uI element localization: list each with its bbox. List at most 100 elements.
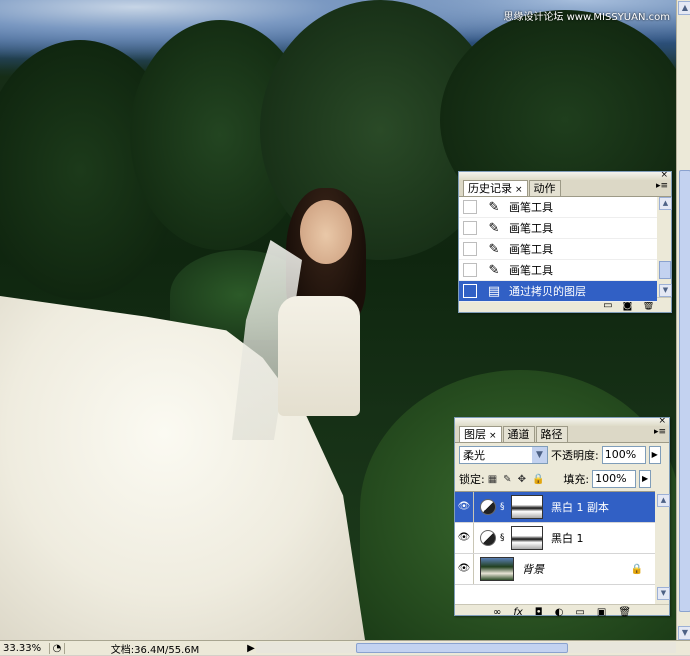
zoom-level[interactable]: 33.33% — [0, 642, 50, 654]
tab-label: 通道 — [507, 428, 530, 441]
layer-name[interactable]: 背景 — [522, 561, 544, 577]
status-menu-icon[interactable]: ◔ — [50, 642, 65, 654]
history-item-label: 画笔工具 — [509, 222, 553, 235]
history-list: ✎ 画笔工具 ✎ 画笔工具 ✎ 画笔工具 ✎ 画笔工具 ▤ 通过拷贝的图层 — [459, 197, 657, 302]
panel-titlebar[interactable]: × — [455, 416, 669, 426]
new-layer-icon[interactable]: ▣ — [597, 607, 606, 618]
fx-icon[interactable]: fx — [513, 607, 522, 618]
scroll-thumb[interactable] — [356, 643, 568, 653]
link-icon[interactable]: ∞ — [493, 607, 501, 618]
panel-titlebar[interactable]: × — [459, 170, 671, 180]
scroll-up-icon[interactable]: ▲ — [659, 197, 672, 210]
history-item[interactable]: ✎ 画笔工具 — [459, 197, 657, 218]
history-item-selected[interactable]: ▤ 通过拷贝的图层 — [459, 281, 657, 302]
watermark-text: 思缘设计论坛 www.MISSYUAN.com — [503, 12, 670, 23]
fill-label: 填充: — [563, 473, 590, 486]
scroll-up-icon[interactable]: ▲ — [657, 494, 670, 507]
brush-icon: ✎ — [488, 199, 500, 215]
layer-name[interactable]: 黑白 1 — [551, 530, 584, 546]
lock-options: ▦ ✎ ✥ 🔒 — [488, 474, 545, 485]
tab-label: 历史记录 — [468, 182, 512, 195]
snapshot-checkbox[interactable] — [463, 200, 477, 214]
chain-link-icon[interactable]: § — [500, 533, 508, 543]
lock-all-icon[interactable]: 🔒 — [532, 474, 544, 485]
fill-slider-arrow-icon[interactable]: ▶ — [639, 470, 652, 488]
blend-mode-select[interactable]: 柔光 ▼ — [459, 446, 548, 464]
tab-layers[interactable]: 图层 × — [459, 426, 502, 442]
opacity-input[interactable]: 100% — [601, 446, 646, 464]
delete-icon[interactable]: 🗑 — [618, 607, 631, 618]
adjustment-icon[interactable]: ◐ — [555, 607, 564, 618]
history-item[interactable]: ✎ 画笔工具 — [459, 239, 657, 260]
lock-icon: 🔒 — [630, 563, 643, 575]
scroll-thumb[interactable] — [679, 170, 690, 612]
tab-channels[interactable]: 通道 — [502, 426, 535, 442]
history-item-label: 通过拷贝的图层 — [509, 285, 586, 298]
layers-panel: × 图层 × 通道 路径 ▸≡ 柔光 ▼ 不透明度: 100% ▶ 锁定: ▦ ✎… — [454, 416, 670, 618]
layer-row-selected[interactable]: 👁 § 黑白 1 副本 — [455, 492, 655, 523]
layer-list: 👁 § 黑白 1 副本 👁 § 黑白 1 👁 背景 🔒 — [455, 491, 655, 604]
scroll-down-icon[interactable]: ▼ — [657, 587, 670, 600]
close-icon[interactable]: × — [658, 416, 666, 426]
eye-icon[interactable]: 👁 — [455, 554, 474, 584]
fill-input[interactable]: 100% — [592, 470, 637, 488]
panel-menu-icon[interactable]: ▸≡ — [654, 427, 666, 437]
close-icon[interactable]: × — [660, 170, 668, 180]
face — [300, 200, 352, 264]
brush-icon: ✎ — [488, 262, 500, 278]
adjustment-layer-icon[interactable] — [480, 530, 496, 546]
group-icon[interactable]: ▭ — [575, 607, 584, 618]
layer-name[interactable]: 黑白 1 副本 — [551, 499, 609, 515]
eye-icon[interactable]: 👁 — [455, 492, 474, 522]
vertical-scrollbar[interactable]: ▲ ▼ — [676, 0, 690, 640]
mask-icon[interactable]: ◘ — [535, 607, 543, 618]
layer-row[interactable]: 👁 § 黑白 1 — [455, 523, 655, 554]
lock-position-icon[interactable]: ✥ — [518, 474, 526, 485]
layer-copy-icon: ▤ — [487, 283, 501, 299]
close-icon[interactable]: × — [515, 185, 523, 195]
snapshot-checkbox[interactable] — [463, 242, 477, 256]
chevron-down-icon[interactable]: ▼ — [532, 447, 547, 463]
scroll-down-icon[interactable]: ▼ — [678, 626, 690, 640]
brush-icon: ✎ — [488, 241, 500, 257]
layer-mask-thumbnail[interactable] — [511, 526, 543, 550]
layer-thumbnail[interactable] — [480, 557, 514, 581]
history-item-label: 画笔工具 — [509, 264, 553, 277]
chain-link-icon[interactable]: § — [500, 502, 508, 512]
layer-row[interactable]: 👁 背景 🔒 — [455, 554, 655, 585]
scroll-up-icon[interactable]: ▲ — [678, 1, 690, 15]
snapshot-checkbox[interactable] — [463, 221, 477, 235]
opacity-label: 不透明度: — [551, 449, 599, 462]
opacity-slider-arrow-icon[interactable]: ▶ — [648, 446, 661, 464]
layers-tabs: 图层 × 通道 路径 ▸≡ — [455, 426, 669, 443]
layer-mask-thumbnail[interactable] — [511, 495, 543, 519]
close-icon[interactable]: × — [489, 431, 497, 441]
lock-label: 锁定: — [459, 473, 485, 486]
bodice — [278, 296, 360, 416]
lock-row: 锁定: ▦ ✎ ✥ 🔒 填充: 100% ▶ — [455, 467, 669, 491]
adjustment-layer-icon[interactable] — [480, 499, 496, 515]
lock-transparency-icon[interactable]: ▦ — [488, 474, 497, 485]
history-item[interactable]: ✎ 画笔工具 — [459, 260, 657, 281]
history-item[interactable]: ✎ 画笔工具 — [459, 218, 657, 239]
scroll-thumb[interactable] — [659, 261, 671, 279]
tab-label: 图层 — [464, 428, 486, 441]
brush-icon: ✎ — [488, 220, 500, 236]
lock-pixels-icon[interactable]: ✎ — [503, 474, 511, 485]
eye-icon[interactable]: 👁 — [455, 523, 474, 553]
history-scrollbar[interactable]: ▲ ▼ — [658, 197, 672, 297]
tab-label: 动作 — [533, 182, 556, 195]
panel-menu-icon[interactable]: ▸≡ — [656, 181, 668, 191]
tab-history[interactable]: 历史记录 × — [463, 180, 528, 196]
history-panel: × 历史记录 × 动作 ▸≡ ✎ 画笔工具 ✎ 画笔工具 ✎ 画笔工具 ✎ 画笔工… — [458, 170, 672, 313]
blend-mode-value: 柔光 — [463, 449, 485, 462]
snapshot-checkbox[interactable] — [463, 263, 477, 277]
layers-scrollbar[interactable]: ▲ ▼ — [656, 494, 670, 600]
tab-paths[interactable]: 路径 — [535, 426, 568, 442]
tab-actions[interactable]: 动作 — [528, 180, 561, 196]
horizontal-scrollbar[interactable] — [256, 642, 676, 653]
snapshot-checkbox[interactable] — [463, 284, 477, 298]
history-item-label: 画笔工具 — [509, 201, 553, 214]
scroll-down-icon[interactable]: ▼ — [659, 284, 672, 297]
document-info: 文档:36.4M/55.6M — [110, 644, 200, 656]
